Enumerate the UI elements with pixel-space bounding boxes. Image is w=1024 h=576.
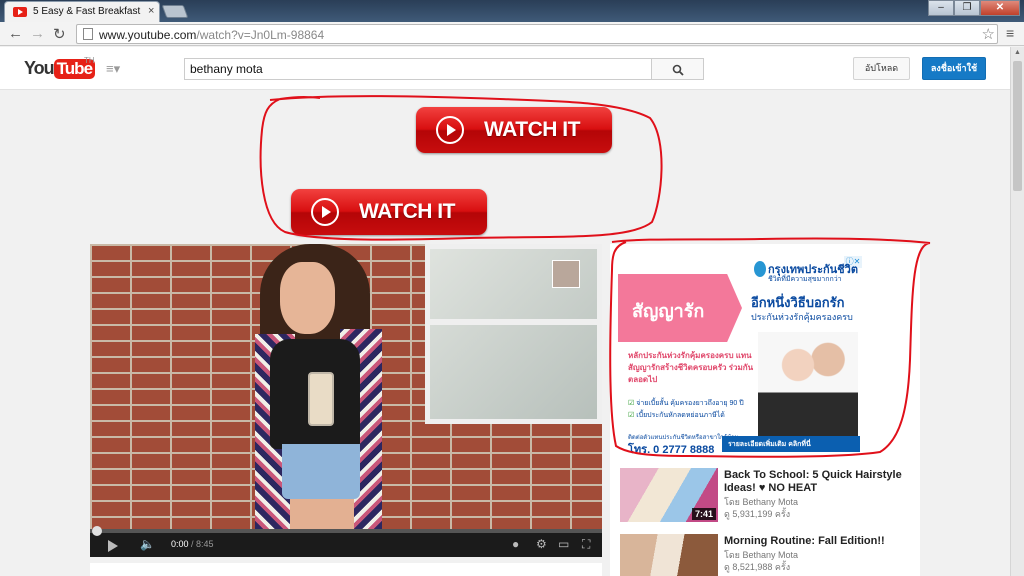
ad-slogan: สัญญารัก	[632, 301, 705, 321]
ad-check-item: เบี้ยประกันหักลดหย่อนภาษีได้	[628, 410, 758, 421]
restore-icon[interactable]: ❐	[954, 0, 980, 16]
related-video-title[interactable]: Back To School: 5 Quick Hairstyle Ideas!…	[724, 469, 914, 495]
search-input[interactable]: bethany mota	[184, 58, 652, 80]
related-video-views: ดู 8,521,988 ครั้ง	[724, 562, 791, 572]
sign-in-button[interactable]: ลงชื่อเข้าใช้	[922, 57, 986, 80]
browser-window: 5 Easy & Fast Breakfast ide × – ❐ ✕ ← → …	[0, 0, 1024, 576]
duration: / 8:45	[191, 539, 214, 549]
page-icon	[83, 28, 93, 40]
play-circle-icon	[436, 116, 464, 144]
scroll-up-icon[interactable]: ▲	[1014, 49, 1021, 56]
search-button[interactable]	[651, 58, 704, 80]
insurer-logo-icon	[754, 261, 766, 277]
annotations-icon[interactable]: ●	[512, 537, 519, 551]
url-text: www.youtube.com/watch?v=Jn0Lm-98864	[99, 28, 324, 42]
ad-details-button[interactable]: รายละเอียดเพิ่มเติม คลิกที่นี่	[722, 436, 860, 452]
window-controls: – ❐ ✕	[928, 0, 1020, 16]
tab-title: 5 Easy & Fast Breakfast ide	[33, 6, 143, 17]
display-ad[interactable]: ⓘ✕ กรุงเทพประกันชีวิต ชีวิตที่มีความสุขม…	[618, 254, 864, 454]
settings-gear-icon[interactable]: ⚙	[536, 537, 547, 551]
youtube-favicon-icon	[13, 7, 27, 17]
url-path: /watch?v=Jn0Lm-98864	[196, 28, 325, 42]
video-subject-legs	[290, 499, 354, 529]
guide-menu-icon[interactable]: ≡▾	[106, 61, 120, 77]
browser-menu-icon[interactable]: ≡	[1006, 25, 1014, 41]
url-host: www.youtube.com	[99, 28, 197, 42]
search-icon	[672, 64, 684, 76]
related-video-views: ดู 5,931,199 ครั้ง	[724, 509, 791, 519]
player-controls: 🔈 0:00 / 8:45 ● ⚙ ▭ ⛶	[90, 526, 602, 557]
address-bar[interactable]: www.youtube.com/watch?v=Jn0Lm-98864 ☆	[76, 24, 998, 44]
navigation-bar: ← → ↻ www.youtube.com/watch?v=Jn0Lm-9886…	[0, 22, 1024, 46]
watch-it-label: WATCH IT	[484, 118, 580, 141]
watch-it-button[interactable]: WATCH IT	[416, 107, 612, 153]
tab-close-icon[interactable]: ×	[148, 5, 154, 17]
volume-icon[interactable]: 🔈	[140, 537, 155, 551]
youtube-logo[interactable]: You Tube TH	[24, 56, 96, 80]
watch-it-button[interactable]: WATCH IT	[291, 189, 487, 235]
forward-arrow-icon[interactable]: →	[30, 25, 45, 42]
progress-bar[interactable]	[90, 529, 602, 533]
bookmark-star-icon[interactable]: ☆	[982, 25, 995, 43]
video-subject-jar	[308, 372, 334, 426]
ad-subheadline: ประกันห่วงรักคุ้มครองครบ	[751, 312, 853, 322]
video-thumbnail[interactable]: 7:41	[620, 468, 718, 522]
youtube-masthead: You Tube TH ≡▾ bethany mota อัปโหลด ลงชื่…	[0, 47, 1010, 90]
upload-button[interactable]: อัปโหลด	[853, 57, 910, 80]
play-icon[interactable]	[108, 540, 118, 552]
current-time: 0:00	[171, 539, 189, 549]
ad-check-item: จ่ายเบี้ยสั้น คุ้มครองยาวถึงอายุ 90 ปี	[628, 398, 758, 409]
scrubber-handle[interactable]	[92, 526, 102, 536]
logo-you: You	[24, 58, 55, 78]
channel-watermark[interactable]	[552, 260, 580, 288]
watch-it-label: WATCH IT	[359, 200, 455, 223]
related-video-item[interactable]: Morning Routine: Fall Edition!! โดย Beth…	[620, 534, 920, 576]
reload-icon[interactable]: ↻	[53, 25, 66, 43]
theater-mode-icon[interactable]: ▭	[558, 537, 569, 551]
minimize-icon[interactable]: –	[928, 0, 954, 16]
video-subject-shorts	[282, 444, 360, 499]
ad-brand-tagline: ชีวิตที่มีความสุขมากกว่า	[768, 276, 842, 283]
ad-body: หลักประกันห่วงรักคุ้มครองครบ แทนสัญญารัก…	[628, 351, 754, 384]
window-close-icon[interactable]: ✕	[980, 0, 1020, 16]
time-display: 0:00 / 8:45	[171, 539, 214, 549]
video-player[interactable]: 🔈 0:00 / 8:45 ● ⚙ ▭ ⛶	[90, 244, 602, 557]
tab-strip: 5 Easy & Fast Breakfast ide × – ❐ ✕	[0, 0, 1024, 22]
new-tab-button[interactable]	[161, 5, 189, 18]
ad-couple-photo	[758, 332, 858, 442]
video-subject-face	[280, 262, 335, 334]
browser-tab[interactable]: 5 Easy & Fast Breakfast ide ×	[4, 1, 160, 22]
related-video-item[interactable]: 7:41 Back To School: 5 Quick Hairstyle I…	[620, 468, 920, 522]
back-arrow-icon[interactable]: ←	[8, 25, 23, 42]
fullscreen-icon[interactable]: ⛶	[582, 537, 590, 552]
related-video-title[interactable]: Morning Routine: Fall Edition!!	[724, 535, 914, 548]
logo-region: TH	[84, 56, 95, 65]
ad-phone: โทร. 0 2777 8888	[628, 444, 715, 454]
video-thumbnail[interactable]	[620, 534, 718, 576]
scrollbar-thumb[interactable]	[1013, 61, 1022, 191]
video-duration: 7:41	[691, 508, 716, 520]
video-info-panel	[90, 563, 602, 576]
vertical-scrollbar[interactable]: ▲	[1010, 47, 1024, 576]
play-circle-icon	[311, 198, 339, 226]
